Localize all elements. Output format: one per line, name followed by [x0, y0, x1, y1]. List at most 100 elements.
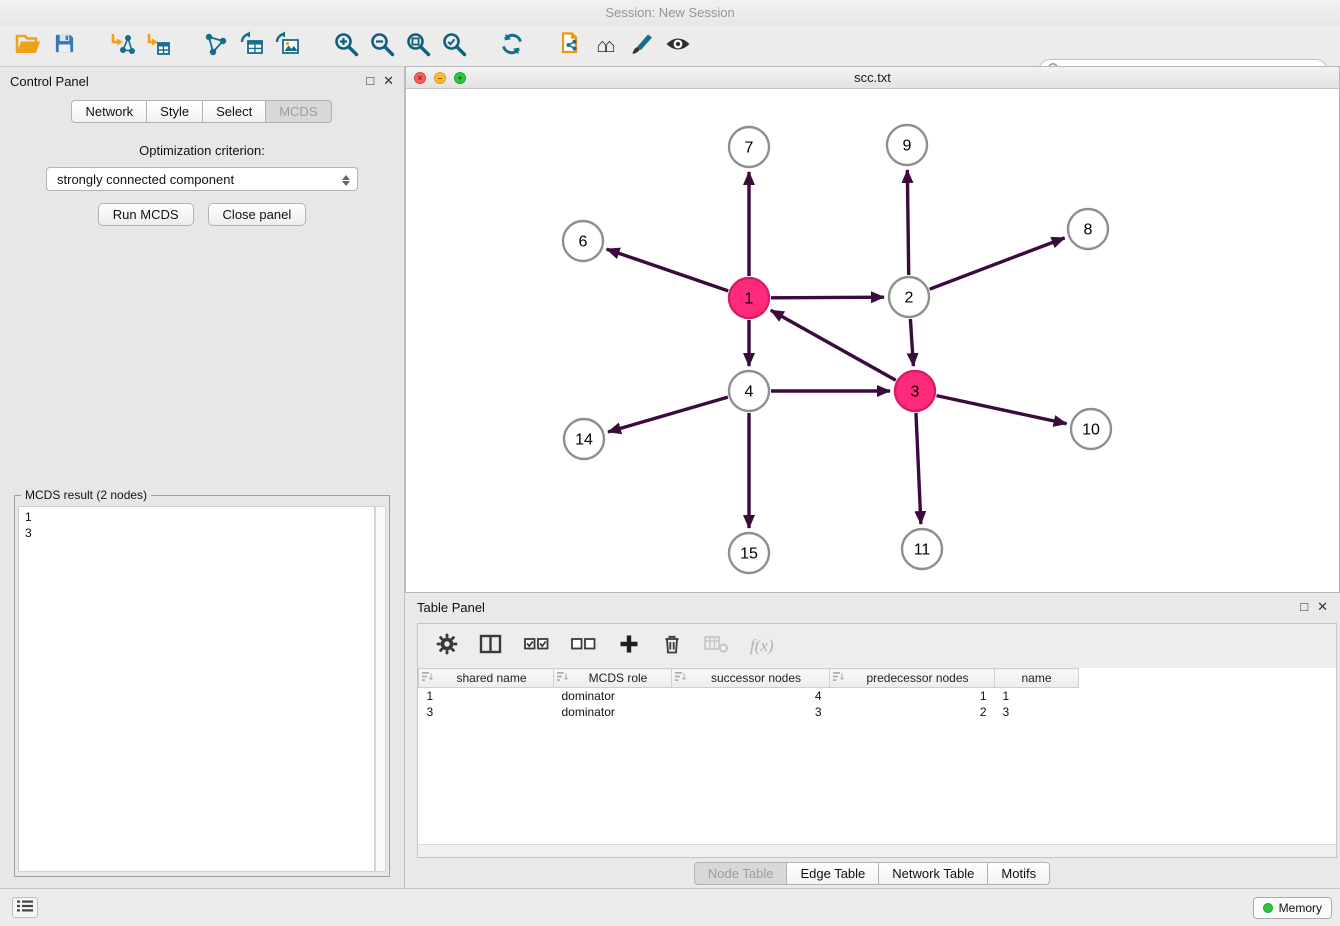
trash-icon: [661, 633, 683, 660]
tab-network-table[interactable]: Network Table: [878, 862, 988, 885]
graph-edge-2-8[interactable]: [930, 238, 1065, 289]
graph-node-4[interactable]: 4: [729, 371, 769, 411]
graph-node-1[interactable]: 1: [729, 278, 769, 318]
graph-edge-3-10[interactable]: [937, 396, 1067, 424]
svg-text:15: 15: [740, 546, 758, 563]
delete-column-button[interactable]: [704, 633, 729, 660]
add-row-button[interactable]: [618, 633, 640, 660]
delete-row-button[interactable]: [661, 633, 683, 660]
svg-text:2: 2: [905, 290, 914, 307]
deselect-all-button[interactable]: [571, 634, 597, 659]
maximize-window-button[interactable]: +: [454, 72, 466, 84]
sort-icon: [557, 671, 568, 685]
save-session-button[interactable]: [46, 30, 82, 62]
column-header-shared-name[interactable]: shared name: [419, 669, 554, 688]
graph-node-7[interactable]: 7: [729, 127, 769, 167]
table-settings-button[interactable]: [436, 633, 458, 660]
graph-edge-1-6[interactable]: [607, 249, 729, 291]
graph-node-6[interactable]: 6: [563, 221, 603, 261]
function-builder-button[interactable]: f(x): [750, 636, 774, 656]
zoom-out-button[interactable]: [364, 30, 400, 62]
result-item[interactable]: 3: [25, 525, 368, 541]
task-list-button[interactable]: [12, 897, 38, 918]
select-all-icon: [524, 634, 550, 659]
network-image-button[interactable]: [270, 30, 306, 62]
import-network-button[interactable]: [104, 30, 140, 62]
column-header-name[interactable]: name: [995, 669, 1079, 688]
graph-edge-4-14[interactable]: [608, 397, 728, 432]
tab-node-table[interactable]: Node Table: [694, 862, 788, 885]
graph-node-11[interactable]: 11: [902, 529, 942, 569]
mcds-result-list[interactable]: 13: [18, 506, 375, 872]
network-graph-canvas[interactable]: 7 9 6 8 1 2 4 3 14 10 15 11: [406, 89, 1339, 592]
table-row[interactable]: 1dominator411: [419, 688, 1079, 704]
graph-edge-2-9[interactable]: [907, 170, 908, 275]
columns-icon: [479, 633, 503, 660]
import-table-button[interactable]: [140, 30, 176, 62]
result-item[interactable]: 1: [25, 509, 368, 525]
horizontal-scrollbar[interactable]: [418, 844, 1336, 857]
import-network-icon: [109, 31, 135, 62]
minimize-window-button[interactable]: –: [434, 72, 446, 84]
close-panel-button[interactable]: Close panel: [208, 203, 307, 226]
tab-edge-table[interactable]: Edge Table: [786, 862, 879, 885]
tab-select[interactable]: Select: [202, 100, 266, 123]
close-panel-icon[interactable]: ✕: [383, 73, 394, 89]
refresh-button[interactable]: [494, 30, 530, 62]
tab-style[interactable]: Style: [146, 100, 203, 123]
graph-node-2[interactable]: 2: [889, 277, 929, 317]
graph-node-10[interactable]: 10: [1071, 409, 1111, 449]
show-columns-button[interactable]: [479, 633, 503, 660]
optimization-criterion-select[interactable]: strongly connected component: [46, 167, 358, 191]
close-window-button[interactable]: ×: [414, 72, 426, 84]
run-mcds-button[interactable]: Run MCDS: [98, 203, 194, 226]
memory-button[interactable]: Memory: [1253, 897, 1332, 919]
svg-text:11: 11: [914, 542, 931, 559]
zoom-in-icon: [333, 31, 359, 62]
network-share-button[interactable]: [198, 30, 234, 62]
home-network-button[interactable]: ⌂⌂: [588, 30, 624, 62]
column-header-successor-nodes[interactable]: successor nodes: [672, 669, 830, 688]
column-header-mcds-role[interactable]: MCDS role: [554, 669, 672, 688]
graph-edge-2-3[interactable]: [910, 319, 913, 366]
graph-node-8[interactable]: 8: [1068, 209, 1108, 249]
table-panel-title: Table Panel: [417, 600, 485, 615]
result-scrollbar[interactable]: [375, 506, 386, 872]
node-table: shared name MCDS role: [418, 668, 1079, 720]
column-header-predecessor-nodes[interactable]: predecessor nodes: [830, 669, 995, 688]
graph-edge-3-11[interactable]: [916, 413, 921, 524]
zoom-fit-icon: [405, 31, 431, 62]
table-cell: dominator: [554, 704, 672, 720]
main-toolbar: ⌂⌂: [0, 26, 1340, 66]
select-all-button[interactable]: [524, 634, 550, 659]
network-window-title: scc.txt: [854, 70, 891, 85]
close-table-panel-icon[interactable]: ✕: [1317, 599, 1328, 615]
graph-edge-1-2[interactable]: [771, 297, 884, 298]
network-from-table-button[interactable]: [234, 30, 270, 62]
zoom-fit-button[interactable]: [400, 30, 436, 62]
tab-mcds[interactable]: MCDS: [265, 100, 331, 123]
open-session-button[interactable]: [10, 30, 46, 62]
graph-edge-3-1[interactable]: [771, 310, 896, 380]
table-row[interactable]: 3dominator323: [419, 704, 1079, 720]
network-view-window: × – + scc.txt 7 9 6 8 1 2 4 3 14 10 15 11: [405, 66, 1340, 593]
style-brush-button[interactable]: [624, 30, 660, 62]
graph-node-9[interactable]: 9: [887, 125, 927, 165]
zoom-selected-button[interactable]: [436, 30, 472, 62]
copy-document-button[interactable]: [552, 30, 588, 62]
visibility-button[interactable]: [660, 30, 696, 62]
sort-icon: [422, 671, 433, 685]
deselect-all-icon: [571, 634, 597, 659]
float-panel-icon[interactable]: □: [366, 73, 374, 89]
tab-motifs[interactable]: Motifs: [987, 862, 1050, 885]
graph-node-15[interactable]: 15: [729, 533, 769, 573]
graph-node-14[interactable]: 14: [564, 419, 604, 459]
svg-text:6: 6: [579, 234, 588, 251]
float-table-panel-icon[interactable]: □: [1300, 599, 1308, 615]
zoom-in-button[interactable]: [328, 30, 364, 62]
graph-node-3[interactable]: 3: [895, 371, 935, 411]
table-cell: 3: [995, 704, 1079, 720]
memory-status-icon: [1263, 903, 1273, 913]
table-cell: 3: [419, 704, 554, 720]
tab-network[interactable]: Network: [71, 100, 147, 123]
